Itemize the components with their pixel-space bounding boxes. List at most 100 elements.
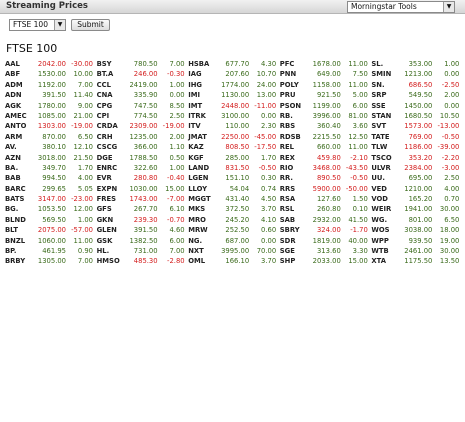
ticker-symbol[interactable]: WEIR <box>371 204 401 214</box>
quote-cell[interactable]: CNA 335.90 0.00 <box>97 90 189 100</box>
quote-cell[interactable]: CCL 2419.00 1.00 <box>97 80 189 90</box>
ticker-symbol[interactable]: RIO <box>280 163 310 173</box>
quote-cell[interactable]: LGEN 151.10 0.30 <box>188 173 280 183</box>
ticker-symbol[interactable]: PSON <box>280 101 310 111</box>
ticker-symbol[interactable]: GFS <box>97 204 127 214</box>
quote-cell[interactable]: NXT 3995.00 70.00 <box>188 246 280 256</box>
quote-cell[interactable]: WPP 939.50 19.00 <box>371 236 463 246</box>
quote-cell[interactable]: SL. 353.00 1.00 <box>371 59 463 69</box>
quote-cell[interactable]: CRDA 2309.00 -19.00 <box>97 121 189 131</box>
ticker-symbol[interactable]: BSY <box>97 59 127 69</box>
quote-cell[interactable]: FRES 1743.00 -7.00 <box>97 194 189 204</box>
quote-cell[interactable]: RDSB 2215.50 12.50 <box>280 132 372 142</box>
ticker-symbol[interactable]: RSL <box>280 204 310 214</box>
chevron-down-icon[interactable]: ▼ <box>443 2 454 12</box>
quote-cell[interactable]: SN. 686.50 -2.50 <box>371 80 463 90</box>
ticker-symbol[interactable]: SN. <box>371 80 401 90</box>
ticker-symbol[interactable]: REX <box>280 153 310 163</box>
quote-cell[interactable]: BARC 299.65 5.05 <box>5 184 97 194</box>
quote-cell[interactable]: AV. 380.10 12.10 <box>5 142 97 152</box>
ticker-symbol[interactable]: BT.A <box>97 69 127 79</box>
quote-cell[interactable]: WTB 2461.00 30.00 <box>371 246 463 256</box>
ticker-symbol[interactable]: RSA <box>280 194 310 204</box>
quote-cell[interactable]: NG. 687.00 0.00 <box>188 236 280 246</box>
ticker-symbol[interactable]: MRW <box>188 225 218 235</box>
ticker-symbol[interactable]: AMEC <box>5 111 35 121</box>
quote-cell[interactable]: ADM 1192.00 7.00 <box>5 80 97 90</box>
ticker-symbol[interactable]: WTB <box>371 246 401 256</box>
ticker-symbol[interactable]: LAND <box>188 163 218 173</box>
ticker-symbol[interactable]: ITV <box>188 121 218 131</box>
ticker-symbol[interactable]: UU. <box>371 173 401 183</box>
quote-cell[interactable]: UU. 695.00 2.50 <box>371 173 463 183</box>
submit-button[interactable]: Submit <box>71 19 110 31</box>
quote-cell[interactable]: BLT 2075.00 -57.00 <box>5 225 97 235</box>
ticker-symbol[interactable]: GLEN <box>97 225 127 235</box>
ticker-symbol[interactable]: SHP <box>280 256 310 266</box>
quote-cell[interactable]: GKN 239.30 -0.70 <box>97 215 189 225</box>
ticker-symbol[interactable]: SVT <box>371 121 401 131</box>
ticker-symbol[interactable]: CPI <box>97 111 127 121</box>
quote-cell[interactable]: CRH 1235.00 2.00 <box>97 132 189 142</box>
quote-cell[interactable]: TSCO 353.20 -2.20 <box>371 153 463 163</box>
quote-cell[interactable]: ENRC 322.60 1.00 <box>97 163 189 173</box>
ticker-symbol[interactable]: STAN <box>371 111 401 121</box>
ticker-symbol[interactable]: ANTO <box>5 121 35 131</box>
quote-cell[interactable]: ABF 1530.00 10.00 <box>5 69 97 79</box>
ticker-symbol[interactable]: SMIN <box>371 69 401 79</box>
quote-cell[interactable]: PNN 649.00 7.50 <box>280 69 372 79</box>
quote-cell[interactable]: RR. 890.50 -0.50 <box>280 173 372 183</box>
quote-cell[interactable]: REX 459.80 -2.10 <box>280 153 372 163</box>
quote-cell[interactable]: ARM 870.00 6.50 <box>5 132 97 142</box>
ticker-symbol[interactable]: ABF <box>5 69 35 79</box>
quote-cell[interactable]: RIO 3468.00 -43.50 <box>280 163 372 173</box>
ticker-symbol[interactable]: LGEN <box>188 173 218 183</box>
ticker-symbol[interactable]: SRP <box>371 90 401 100</box>
ticker-symbol[interactable]: NG. <box>188 236 218 246</box>
quote-cell[interactable]: RB. 3996.00 81.00 <box>280 111 372 121</box>
quote-cell[interactable]: OML 166.10 3.70 <box>188 256 280 266</box>
quote-cell[interactable]: SDR 1819.00 40.00 <box>280 236 372 246</box>
quote-cell[interactable]: ITRK 3100.00 0.00 <box>188 111 280 121</box>
quote-cell[interactable]: MKS 372.50 3.70 <box>188 204 280 214</box>
ticker-symbol[interactable]: PRU <box>280 90 310 100</box>
ticker-symbol[interactable]: REL <box>280 142 310 152</box>
quote-cell[interactable]: BSY 780.50 7.00 <box>97 59 189 69</box>
ticker-symbol[interactable]: GSK <box>97 236 127 246</box>
quote-cell[interactable]: HSBA 677.70 4.30 <box>188 59 280 69</box>
ticker-symbol[interactable]: DGE <box>97 153 127 163</box>
ticker-symbol[interactable]: RDSB <box>280 132 310 142</box>
ticker-symbol[interactable]: RR. <box>280 173 310 183</box>
quote-cell[interactable]: CPI 774.50 2.50 <box>97 111 189 121</box>
quote-cell[interactable]: GSK 1382.50 6.00 <box>97 236 189 246</box>
quote-cell[interactable]: KAZ 808.50 -17.50 <box>188 142 280 152</box>
ticker-symbol[interactable]: BNZL <box>5 236 35 246</box>
ticker-symbol[interactable]: JMAT <box>188 132 218 142</box>
ticker-symbol[interactable]: XTA <box>371 256 401 266</box>
quote-cell[interactable]: GLEN 391.50 4.60 <box>97 225 189 235</box>
quote-cell[interactable]: EVR 280.80 -0.40 <box>97 173 189 183</box>
quote-cell[interactable]: LLOY 54.04 0.74 <box>188 184 280 194</box>
ticker-symbol[interactable]: RBS <box>280 121 310 131</box>
ticker-symbol[interactable]: CRH <box>97 132 127 142</box>
ticker-symbol[interactable]: EXPN <box>97 184 127 194</box>
ticker-symbol[interactable]: MKS <box>188 204 218 214</box>
quote-cell[interactable]: HL. 731.00 7.00 <box>97 246 189 256</box>
ticker-symbol[interactable]: PNN <box>280 69 310 79</box>
ticker-symbol[interactable]: ADN <box>5 90 35 100</box>
quote-cell[interactable]: BNZL 1060.00 11.00 <box>5 236 97 246</box>
quote-cell[interactable]: BATS 3147.00 -23.00 <box>5 194 97 204</box>
quote-cell[interactable]: MRW 252.50 0.60 <box>188 225 280 235</box>
quote-cell[interactable]: VED 1210.00 4.00 <box>371 184 463 194</box>
ticker-symbol[interactable]: TSCO <box>371 153 401 163</box>
ticker-symbol[interactable]: ADM <box>5 80 35 90</box>
quote-cell[interactable]: ADN 391.50 11.40 <box>5 90 97 100</box>
quote-cell[interactable]: CPG 747.50 8.50 <box>97 101 189 111</box>
ticker-symbol[interactable]: RRS <box>280 184 310 194</box>
quote-cell[interactable]: STAN 1680.50 10.50 <box>371 111 463 121</box>
chevron-down-icon[interactable]: ▼ <box>54 20 65 30</box>
quote-cell[interactable]: BA. 349.70 1.70 <box>5 163 97 173</box>
quote-cell[interactable]: GFS 267.70 6.10 <box>97 204 189 214</box>
ticker-symbol[interactable]: AGK <box>5 101 35 111</box>
quote-cell[interactable]: SBRY 324.00 -1.70 <box>280 225 372 235</box>
